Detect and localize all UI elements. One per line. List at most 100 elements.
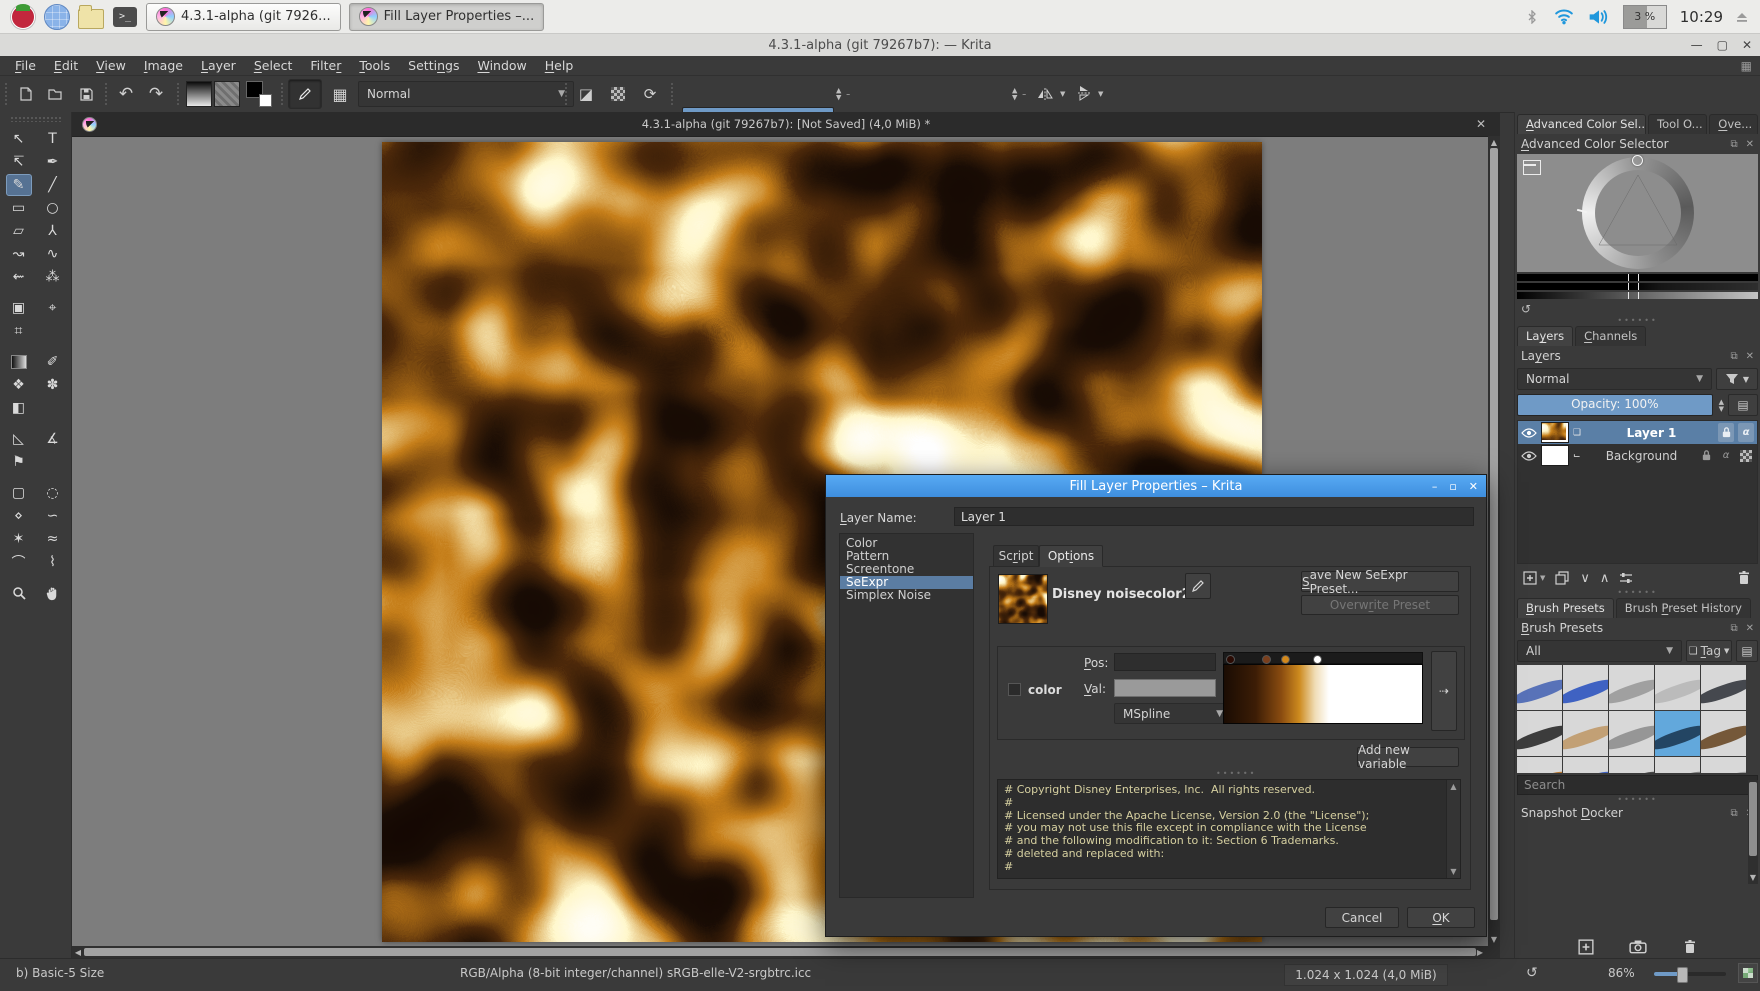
brush-preset-cell-selected[interactable]: [1655, 711, 1700, 756]
bezier-curve-tool[interactable]: ↝: [6, 243, 32, 265]
taskbar-window-krita[interactable]: 4.3.1-alpha (git 7926...: [146, 3, 341, 31]
inherit-alpha-icon[interactable]: [1738, 446, 1754, 465]
menu-window[interactable]: Window: [468, 56, 535, 75]
saturation-triangle[interactable]: [1595, 172, 1681, 250]
gradient-stop-1[interactable]: [1262, 655, 1271, 664]
toolbar-handle[interactable]: [176, 82, 181, 106]
toolbar-handle[interactable]: [280, 82, 285, 106]
tab-overview[interactable]: Ove...: [1709, 114, 1758, 134]
selector-settings-icon[interactable]: [1523, 160, 1541, 175]
menu-edit[interactable]: Edit: [45, 56, 87, 75]
layer-row-background[interactable]: ⌙ Background α: [1518, 444, 1757, 467]
visibility-eye-icon[interactable]: [1521, 427, 1537, 439]
maximize-button[interactable]: ▢: [1717, 38, 1728, 52]
gradient-tool[interactable]: [6, 351, 32, 373]
measure-tool[interactable]: ∡: [40, 428, 66, 450]
preset-view-mode-button[interactable]: ▤: [1736, 640, 1758, 662]
vertical-scroll-thumb[interactable]: [1490, 148, 1498, 920]
taskbar-window-fill-layer[interactable]: Fill Layer Properties –...: [349, 3, 545, 31]
reference-images-tool[interactable]: ⚑: [6, 451, 32, 473]
hue-cursor[interactable]: [1632, 155, 1643, 166]
minimize-button[interactable]: —: [1691, 38, 1703, 52]
browser-launcher[interactable]: [44, 4, 70, 30]
overwrite-preset-button[interactable]: Overwrite Preset: [1301, 595, 1459, 615]
redo-button[interactable]: ↷: [142, 80, 170, 108]
layer-properties-button[interactable]: [1619, 572, 1634, 585]
eject-icon[interactable]: [1736, 11, 1750, 23]
save-button[interactable]: [72, 80, 100, 108]
ellipse-tool[interactable]: ○: [40, 197, 66, 219]
dialog-splitter[interactable]: ••••••: [1216, 769, 1256, 778]
scroll-left-arrow[interactable]: ◀: [72, 948, 84, 957]
polyline-tool[interactable]: ⅄: [40, 220, 66, 242]
color-history-strip[interactable]: [1517, 274, 1758, 281]
tab-brush-presets[interactable]: Brush Presets: [1517, 598, 1614, 618]
menu-tools[interactable]: Tools: [350, 56, 399, 75]
value-strip[interactable]: [1517, 283, 1758, 290]
similar-color-select-tool[interactable]: ✶: [6, 528, 32, 550]
brush-preset-cell[interactable]: [1563, 757, 1608, 773]
ok-button[interactable]: OK: [1407, 907, 1475, 928]
layer-row-layer1[interactable]: ❏ Layer 1 α: [1518, 421, 1757, 444]
transform-tool[interactable]: ▣: [6, 297, 32, 319]
script-editor[interactable]: # Copyright Disney Enterprises, Inc. All…: [997, 779, 1461, 879]
pattern-swatch[interactable]: [214, 81, 240, 107]
elliptical-select-tool[interactable]: ◌: [40, 482, 66, 504]
undo-button[interactable]: ↶: [112, 80, 140, 108]
close-docker-icon[interactable]: ✕: [1746, 351, 1754, 362]
background-color[interactable]: [259, 94, 272, 107]
document-title-strip[interactable]: 4.3.1-alpha (git 79267b7): [Not Saved] (…: [72, 112, 1500, 137]
menu-settings[interactable]: Settings: [399, 56, 468, 75]
remove-snapshot-button[interactable]: [1683, 939, 1698, 955]
visibility-eye-icon[interactable]: [1521, 450, 1537, 462]
duplicate-layer-button[interactable]: [1555, 571, 1570, 586]
gradient-expand-button[interactable]: ⇢: [1431, 651, 1457, 731]
menu-view[interactable]: View: [87, 56, 135, 75]
menu-file[interactable]: File: [6, 56, 45, 75]
dialog-close-button[interactable]: ✕: [1469, 480, 1478, 493]
brush-grid-scrollbar[interactable]: ▼: [1748, 780, 1758, 884]
scroll-right-arrow[interactable]: ▶: [1474, 948, 1486, 957]
switch-to-snapshot-button[interactable]: [1629, 939, 1648, 955]
tab-tool-options[interactable]: Tool O...: [1648, 114, 1707, 134]
delete-layer-button[interactable]: [1737, 570, 1752, 586]
dialog-maximize-button[interactable]: ▫: [1449, 480, 1456, 493]
toolbox-handle[interactable]: [10, 116, 61, 122]
pan-tool[interactable]: [40, 582, 66, 604]
canvas-vertical-scrollbar[interactable]: ▲ ▼: [1488, 136, 1500, 946]
brush-search-field[interactable]: Search: [1517, 775, 1758, 795]
layer-opacity-slider[interactable]: Opacity: 100%: [1517, 394, 1713, 416]
opacity-spinner[interactable]: ▲▼: [836, 88, 841, 101]
file-manager-launcher[interactable]: [78, 4, 104, 30]
mirror-vertical-options[interactable]: ▼: [1098, 91, 1103, 97]
layer-blending-mode-combo[interactable]: Normal▼: [1517, 368, 1712, 390]
volume-icon[interactable]: [1588, 9, 1610, 25]
brush-preset-cell[interactable]: [1609, 665, 1654, 710]
lightness-strip[interactable]: [1517, 292, 1758, 299]
menu-help[interactable]: Help: [536, 56, 583, 75]
preserve-alpha-button[interactable]: [604, 80, 632, 108]
gradient-swatch[interactable]: [186, 81, 212, 107]
move-layer-down-button[interactable]: ∨: [1580, 571, 1590, 586]
fill-tool[interactable]: ◧: [6, 397, 32, 419]
brush-preset-cell[interactable]: [1609, 711, 1654, 756]
layer-view-options-button[interactable]: ▤: [1728, 394, 1758, 416]
close-button[interactable]: ✕: [1742, 38, 1752, 52]
move-layer-up-button[interactable]: ∧: [1600, 571, 1610, 586]
freehand-select-tool[interactable]: ∽: [40, 505, 66, 527]
val-input[interactable]: [1114, 679, 1216, 697]
mirror-vertical-button[interactable]: [1070, 80, 1098, 108]
float-docker-icon[interactable]: ⧉: [1730, 808, 1737, 819]
tab-channels[interactable]: Channels: [1575, 326, 1646, 346]
toolbar-handle[interactable]: [4, 82, 9, 106]
rectangle-tool[interactable]: ▭: [6, 197, 32, 219]
cancel-button[interactable]: Cancel: [1325, 907, 1399, 928]
layer-thumbnail[interactable]: [1541, 422, 1569, 443]
calligraphy-tool[interactable]: ✒: [40, 151, 66, 173]
layer-opacity-spinner[interactable]: ▲▼: [1719, 399, 1724, 412]
brush-preset-cell[interactable]: [1517, 757, 1562, 773]
layer-filter-button[interactable]: ▼: [1716, 368, 1758, 390]
brush-editor-button[interactable]: [288, 79, 322, 109]
scroll-up-arrow[interactable]: ▲: [1488, 138, 1500, 147]
scroll-down-arrow[interactable]: ▼: [1488, 935, 1500, 944]
